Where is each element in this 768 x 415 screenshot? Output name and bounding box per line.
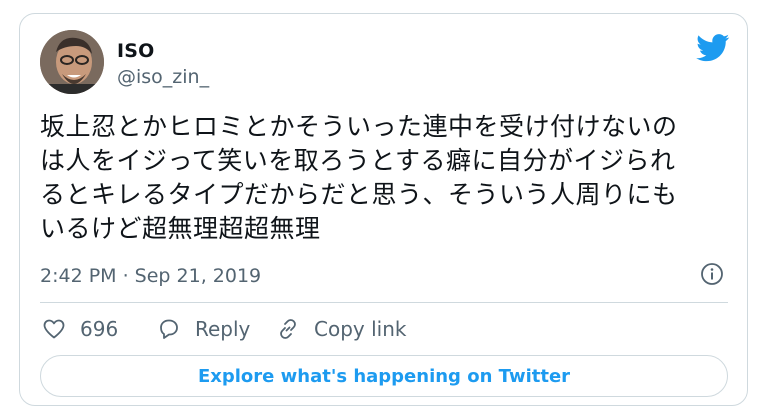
link-icon xyxy=(280,319,296,339)
tweet-text-line: いるけど超無理超超無理 xyxy=(40,214,321,243)
explore-button[interactable]: Explore what's happening on Twitter xyxy=(40,355,728,397)
copy-link-button[interactable]: Copy link xyxy=(276,314,406,344)
author-handle[interactable]: @iso_zin_ xyxy=(117,66,209,88)
tweet-text-line: るとキレるタイプだからだと思う、そういう人周りにも xyxy=(40,180,678,209)
like-button[interactable]: 696 xyxy=(42,314,118,344)
reply-label: Reply xyxy=(195,317,251,341)
reply-button[interactable]: Reply xyxy=(157,314,250,344)
tweet-text: 坂上忍とかヒロミとかそういった連中を受け付けないの は人をイジって笑いを取ろうと… xyxy=(40,110,730,246)
tweet-card: ISO @iso_zin_ 坂上忍とかヒロミとかそういった連中を受け付けないの … xyxy=(19,13,748,406)
tweet-text-line: 坂上忍とかヒロミとかそういった連中を受け付けないの xyxy=(40,112,678,141)
avatar[interactable] xyxy=(40,30,104,94)
tweet-timestamp[interactable]: 2:42 PM · Sep 21, 2019 xyxy=(40,265,261,287)
copy-link-label: Copy link xyxy=(314,317,407,341)
twitter-bird-icon[interactable] xyxy=(696,34,730,62)
author-name[interactable]: ISO xyxy=(117,40,155,62)
tweet-text-line: は人をイジって笑いを取ろうとする癖に自分がイジられ xyxy=(40,146,676,175)
divider xyxy=(40,302,728,303)
heart-icon xyxy=(43,319,65,339)
like-count: 696 xyxy=(80,317,119,341)
reply-icon xyxy=(160,319,178,339)
info-icon[interactable] xyxy=(700,262,724,286)
